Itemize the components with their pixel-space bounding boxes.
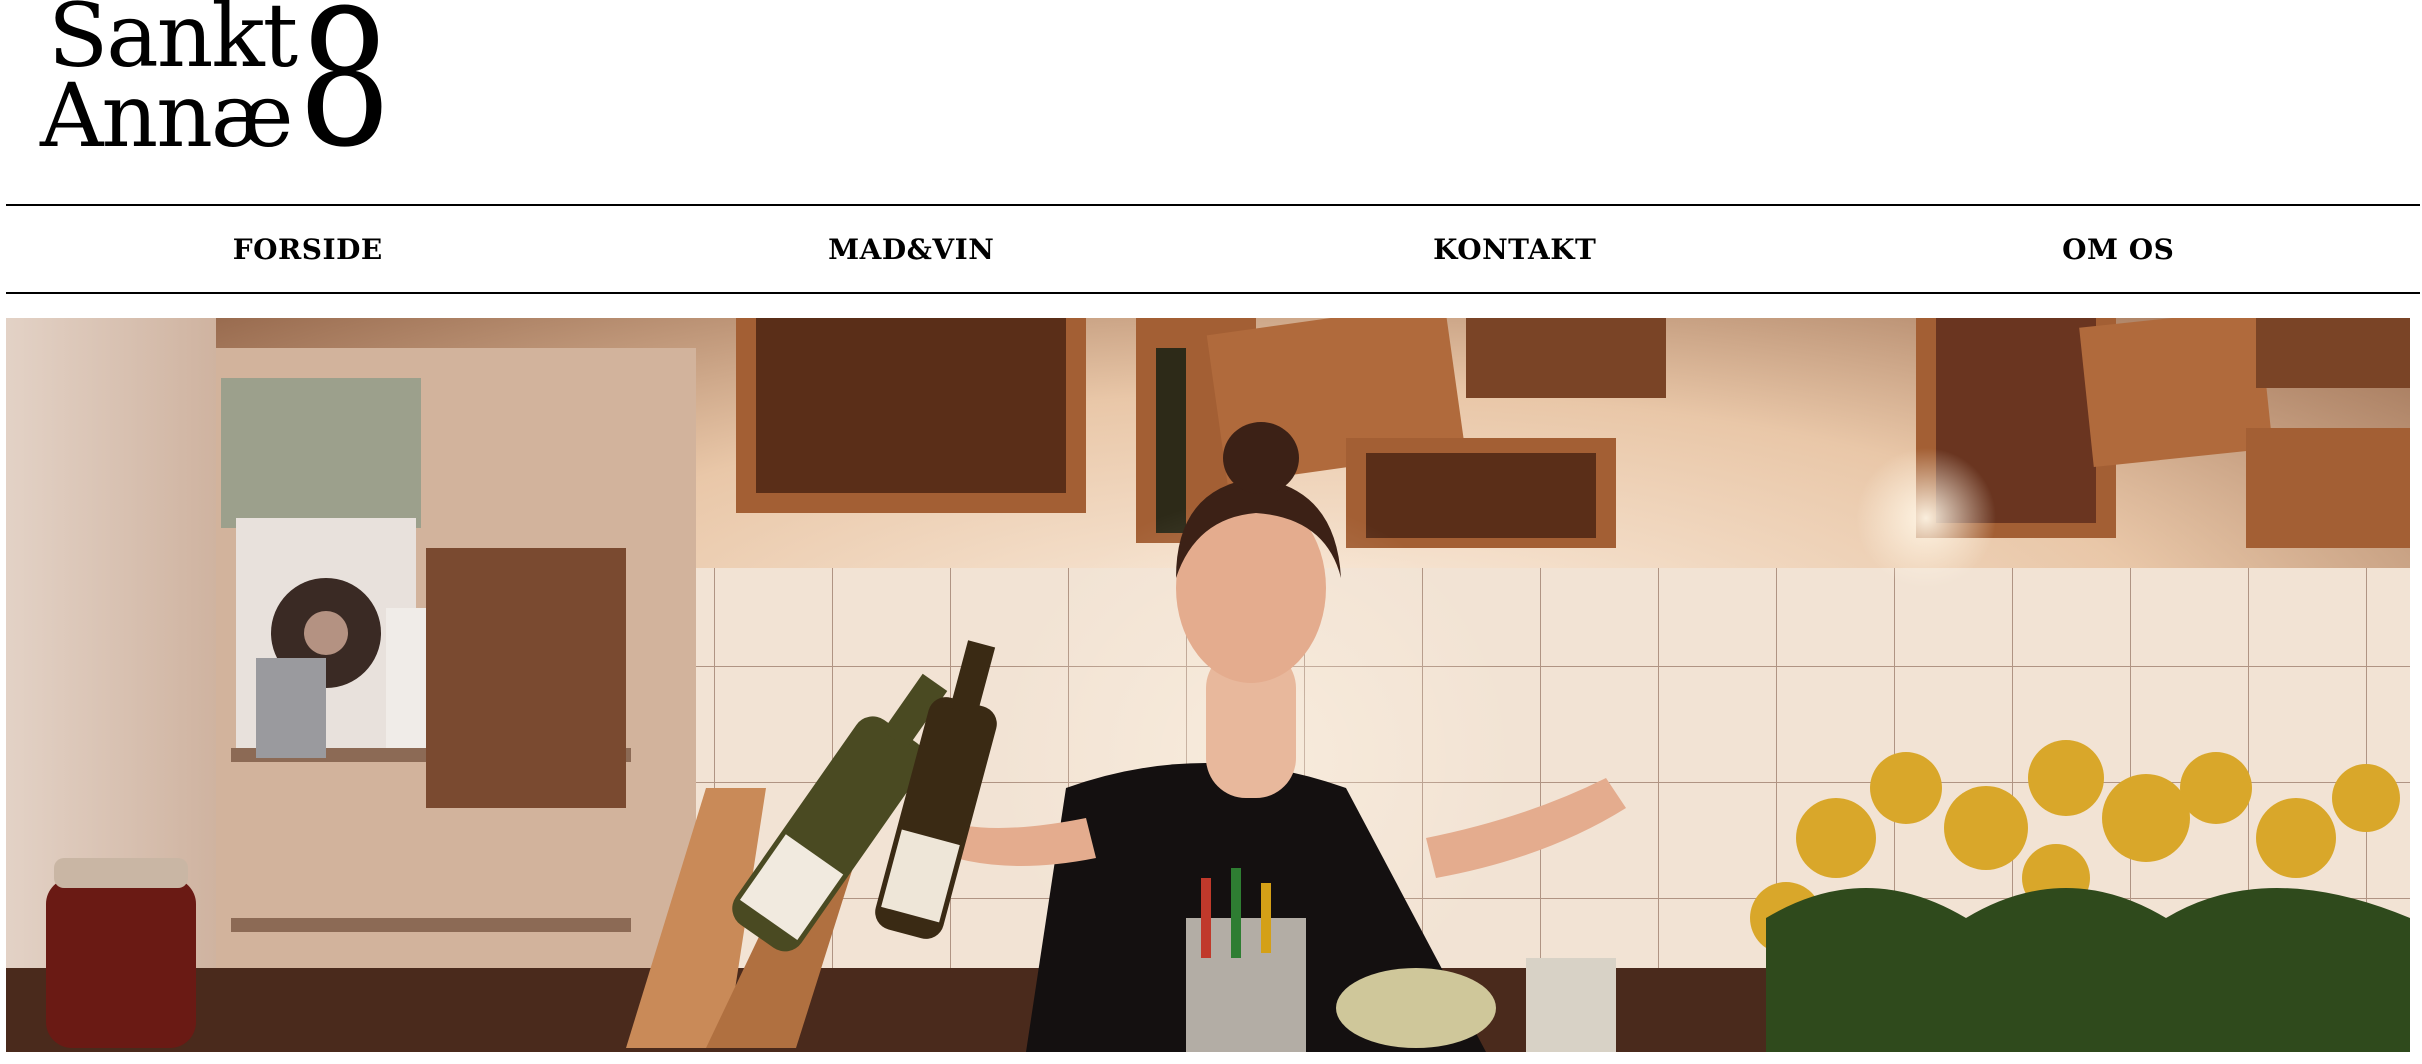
- logo-number: 8: [298, 0, 392, 189]
- nav-item-kontakt[interactable]: KONTAKT: [1213, 233, 1817, 266]
- hero-photo: [6, 318, 2410, 1052]
- photo-kitchen-woman-wine-icon: [6, 318, 2410, 1052]
- nav-item-om-os[interactable]: OM OS: [1817, 233, 2421, 266]
- nav-item-mad-vin[interactable]: MAD&VIN: [610, 233, 1214, 266]
- main-navigation: FORSIDE MAD&VIN KONTAKT OM OS: [6, 204, 2420, 294]
- nav-item-forside[interactable]: FORSIDE: [6, 233, 610, 266]
- site-logo[interactable]: Sankt Annæ 8: [40, 0, 420, 174]
- logo-word-annae: Annæ: [40, 64, 294, 167]
